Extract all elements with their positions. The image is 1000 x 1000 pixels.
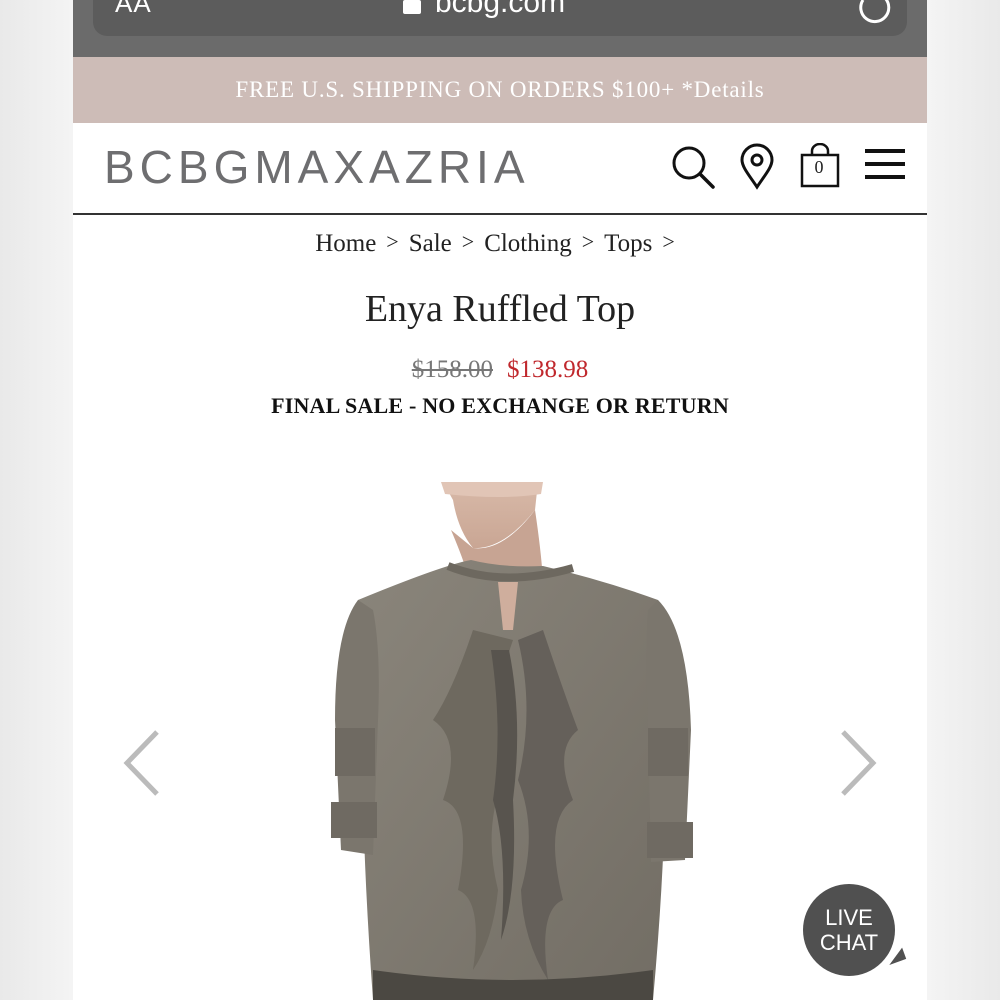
reload-icon[interactable]	[855, 0, 891, 24]
carousel-prev-arrow[interactable]	[121, 728, 165, 798]
live-chat-label-line1: LIVE	[825, 905, 873, 930]
breadcrumb-home[interactable]: Home	[315, 230, 376, 258]
breadcrumb-tops[interactable]: Tops	[604, 230, 652, 258]
sale-price: $138.98	[507, 356, 589, 383]
live-chat-label-line2: CHAT	[819, 930, 879, 955]
hamburger-menu-icon[interactable]	[864, 147, 906, 183]
promo-banner[interactable]: FREE U.S. SHIPPING ON ORDERS $100+ *Deta…	[73, 57, 927, 123]
product-title: Enya Ruffled Top	[364, 288, 636, 330]
carousel-next-arrow[interactable]	[835, 728, 879, 798]
right-backdrop	[927, 0, 1000, 1000]
location-pin-icon[interactable]	[737, 143, 777, 191]
final-sale-notice: FINAL SALE - NO EXCHANGE OR RETURN	[271, 393, 729, 418]
shopping-bag-button[interactable]: 0	[800, 143, 840, 189]
browser-address-bar: AA bcbg.com	[73, 0, 927, 57]
breadcrumb-separator: >	[662, 229, 675, 254]
left-backdrop	[0, 0, 73, 1000]
product-photo	[331, 482, 693, 1000]
search-icon[interactable]	[669, 143, 717, 191]
breadcrumb-separator: >	[386, 229, 399, 254]
product-image-carousel[interactable]	[73, 470, 927, 1000]
promo-text[interactable]: FREE U.S. SHIPPING ON ORDERS $100+ *Deta…	[235, 77, 764, 103]
breadcrumb-separator: >	[581, 229, 595, 254]
original-price: $158.00	[411, 356, 493, 383]
price-row: $158.00 $138.98	[73, 356, 927, 384]
url-text[interactable]: bcbg.com	[435, 0, 565, 20]
site-header: BCBGMAXAZRIA 0	[73, 123, 927, 215]
text-size-button[interactable]: AA	[115, 0, 152, 19]
cart-count: 0	[814, 157, 824, 177]
breadcrumb-sale[interactable]: Sale	[409, 230, 452, 258]
live-chat-button[interactable]: LIVE CHAT	[803, 884, 895, 976]
breadcrumb: Home > Sale > Clothing > Tops >	[73, 229, 927, 258]
breadcrumb-clothing[interactable]: Clothing	[484, 230, 572, 258]
breadcrumb-separator: >	[461, 229, 475, 254]
lock-icon	[403, 0, 421, 14]
phone-screen: AA bcbg.com FREE U.S. SHIPPING ON ORDERS…	[73, 0, 927, 1000]
brand-logo[interactable]: BCBGMAXAZRIA	[104, 140, 530, 194]
